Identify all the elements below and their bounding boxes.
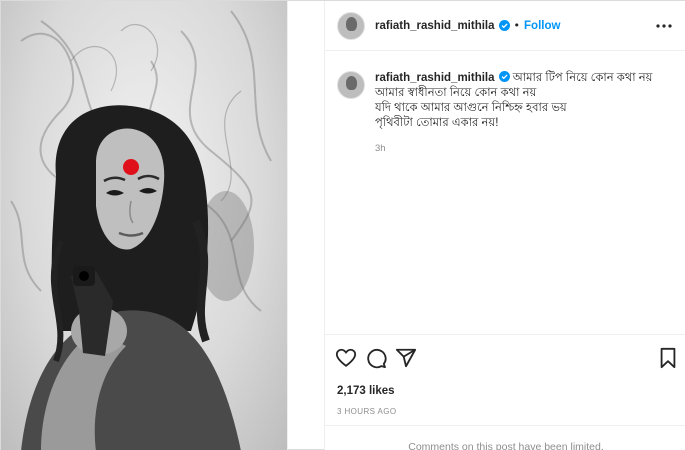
- caption-line: আমার টিপ নিয়ে কোন কথা নয়: [512, 72, 653, 84]
- post-details-pane: rafiath_rashid_mithila • Follow rafiath_…: [324, 1, 685, 450]
- caption-username[interactable]: rafiath_rashid_mithila: [375, 72, 495, 84]
- caption-line: আমার স্বাধীনতা নিয়ে কোন কথা নয়: [375, 87, 537, 99]
- bookmark-icon[interactable]: [657, 347, 679, 369]
- divider: [325, 425, 685, 426]
- verified-badge-icon: [498, 20, 510, 31]
- post-caption: rafiath_rashid_mithila আমার টিপ নিয়ে কো…: [337, 71, 677, 156]
- post-photo-illustration: [10, 10, 272, 450]
- post-header: rafiath_rashid_mithila • Follow: [325, 1, 685, 51]
- post-modal: rafiath_rashid_mithila • Follow rafiath_…: [0, 0, 685, 450]
- caption-body: rafiath_rashid_mithila আমার টিপ নিয়ে কো…: [375, 71, 652, 156]
- comment-icon[interactable]: [365, 347, 387, 369]
- bindi-dot: [123, 159, 139, 175]
- share-icon[interactable]: [395, 347, 417, 369]
- more-options-icon[interactable]: [655, 17, 673, 35]
- avatar[interactable]: [337, 11, 365, 40]
- caption-timestamp[interactable]: 3h: [375, 141, 652, 156]
- post-image[interactable]: [1, 1, 288, 450]
- caption-avatar[interactable]: [337, 71, 365, 99]
- verified-badge-icon: [498, 71, 510, 82]
- separator-dot: •: [513, 19, 521, 32]
- follow-button[interactable]: Follow: [524, 20, 560, 32]
- action-bar: [325, 343, 685, 373]
- divider: [325, 334, 685, 335]
- likes-count[interactable]: 2,173 likes: [337, 385, 395, 397]
- caption-line: যদি থাকে আমার আগুনে নিশ্চিহ্ন হবার ভয়: [375, 102, 567, 114]
- header-username[interactable]: rafiath_rashid_mithila: [375, 20, 495, 32]
- comments-limited-notice: Comments on this post have been limited.: [408, 441, 604, 450]
- heart-icon[interactable]: [335, 347, 357, 369]
- caption-line: পৃথিবীটা তোমার একার নয়!: [375, 117, 499, 129]
- post-timestamp[interactable]: 3 HOURS AGO: [337, 407, 397, 416]
